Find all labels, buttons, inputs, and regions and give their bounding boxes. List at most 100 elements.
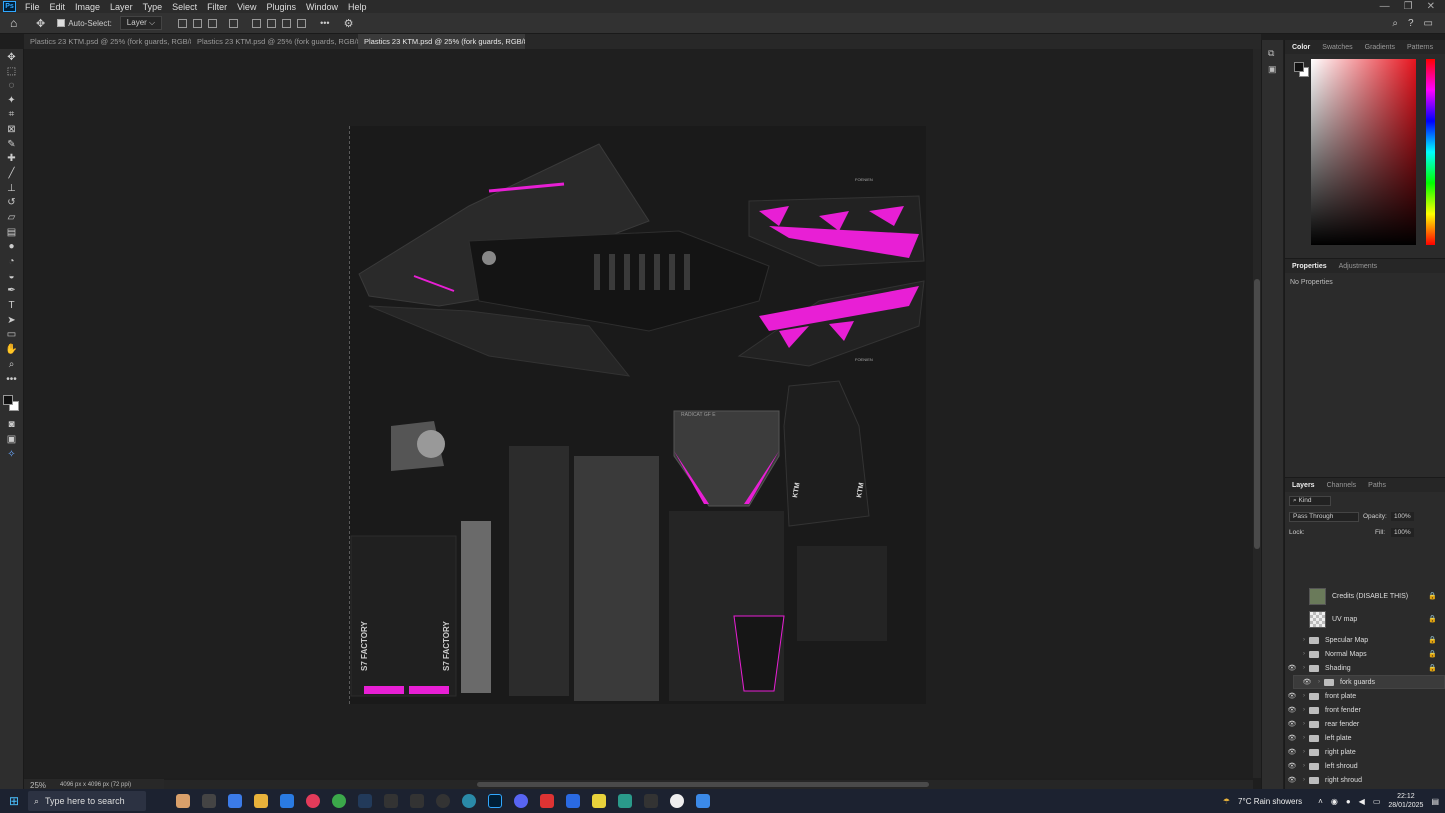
tab-channels[interactable]: Channels [1322,482,1362,489]
tab-layers[interactable]: Layers [1287,482,1320,489]
app-icon[interactable] [696,794,710,808]
blur-tool-icon[interactable]: ● [5,241,18,253]
eyedropper-icon[interactable]: ✎ [5,139,18,151]
network-icon[interactable]: ◉ [1331,797,1338,806]
clone-stamp-icon[interactable]: ⊥ [5,183,18,195]
quick-mask-icon[interactable]: ◙ [5,419,18,431]
generative-icon[interactable]: ✧ [5,449,18,461]
document-tab-active[interactable]: Plastics 23 KTM.psd @ 25% (fork guards, … [358,34,525,49]
distribute-vertical-icon[interactable] [297,18,307,28]
menu-file[interactable]: File [20,2,45,12]
chrome-icon[interactable] [332,794,346,808]
app-icon[interactable] [618,794,632,808]
menu-image[interactable]: Image [70,2,105,12]
tab-patterns[interactable]: Patterns [1402,44,1438,51]
gear-icon[interactable]: ⚙ [344,17,354,30]
document-canvas[interactable]: RADICAT GF E KTM KTM S7 FACTORY S7 FACTO… [348,126,926,704]
visibility-eye-icon[interactable]: 👁 [1300,678,1314,686]
align-bottom-icon[interactable] [282,18,292,28]
align-top-icon[interactable] [252,18,262,28]
auto-select-checkbox[interactable]: Auto-Select: [57,18,112,28]
expand-chevron-icon[interactable]: › [1299,637,1309,643]
align-center-icon[interactable] [193,18,203,28]
expand-chevron-icon[interactable]: › [1299,707,1309,713]
visibility-eye-icon[interactable]: 👁 [1285,776,1299,784]
app-icon[interactable] [670,794,684,808]
document-tab[interactable]: Plastics 23 KTM.psd @ 25% (fork guards, … [191,34,358,49]
layer-row[interactable]: UV map 🔒 [1285,609,1437,629]
menu-window[interactable]: Window [301,2,343,12]
menu-select[interactable]: Select [167,2,202,12]
battery-icon[interactable]: ▭ [1373,797,1381,806]
expand-chevron-icon[interactable]: › [1299,777,1309,783]
layer-row[interactable]: › Normal Maps 🔒 [1285,647,1437,661]
healing-brush-icon[interactable]: ✚ [5,153,18,165]
expand-chevron-icon[interactable]: › [1299,665,1309,671]
pen-tool-icon[interactable]: ✒ [5,285,18,297]
color-foreground-swatch[interactable] [1294,62,1304,72]
notifications-icon[interactable]: ▤ [1431,797,1439,806]
opacity-input[interactable]: 100% [1391,512,1414,521]
app-icon[interactable] [462,794,476,808]
hue-slider[interactable] [1426,59,1435,245]
visibility-eye-icon[interactable]: 👁 [1285,692,1299,700]
zoom-tool-icon[interactable]: ⌕ [5,359,18,371]
marquee-tool-icon[interactable]: ⬚ [5,66,18,78]
expand-chevron-icon[interactable]: › [1299,749,1309,755]
app-icon[interactable] [176,794,190,808]
sticky-notes-icon[interactable] [592,794,606,808]
layer-row[interactable]: 👁 › right plate [1285,745,1437,759]
vertical-scrollbar[interactable] [1253,49,1261,778]
tab-paths[interactable]: Paths [1363,482,1391,489]
media-icon[interactable] [306,794,320,808]
chevron-up-icon[interactable]: ˄ [1318,797,1323,806]
rectangle-tool-icon[interactable]: ▭ [5,329,18,341]
visibility-eye-icon[interactable]: 👁 [1285,748,1299,756]
expand-chevron-icon[interactable]: › [1299,735,1309,741]
dodge-tool-icon[interactable]: ◔ [5,256,18,268]
frame-tool-icon[interactable]: ⊠ [5,124,18,136]
search-icon[interactable]: ⌕ [1392,18,1398,29]
hand-tool-icon[interactable]: ✋ [5,344,18,356]
discord-icon[interactable] [514,794,528,808]
gradient-tool-icon[interactable]: ▤ [5,227,18,239]
expand-chevron-icon[interactable]: › [1299,763,1309,769]
app-icon[interactable] [410,794,424,808]
zoom-hand-icon[interactable]: ◒ [5,271,18,283]
visibility-eye-icon[interactable]: 👁 [1285,664,1299,672]
layer-row[interactable]: 👁 › front plate [1285,689,1437,703]
weather-text[interactable]: 7°C Rain showers [1238,797,1302,806]
tab-properties[interactable]: Properties [1287,263,1332,270]
eraser-tool-icon[interactable]: ▱ [5,212,18,224]
align-middle-icon[interactable] [267,18,277,28]
comments-panel-icon[interactable]: ▣ [1268,64,1277,75]
align-right-icon[interactable] [208,18,218,28]
menu-edit[interactable]: Edit [45,2,71,12]
layer-row[interactable]: 👁 › fork guards [1293,675,1445,689]
tab-gradients[interactable]: Gradients [1360,44,1400,51]
layer-row[interactable]: 👁 › rear fender [1285,717,1437,731]
menu-filter[interactable]: Filter [202,2,232,12]
blend-mode-dropdown[interactable]: Pass Through [1289,512,1359,522]
color-picker-field[interactable] [1311,59,1416,245]
crop-tool-icon[interactable]: ⌗ [5,109,18,121]
path-selection-icon[interactable]: ➤ [5,315,18,327]
expand-chevron-icon[interactable]: › [1299,693,1309,699]
workspace-icon[interactable]: ▭ [1424,18,1433,29]
menu-type[interactable]: Type [138,2,168,12]
more-tools-icon[interactable]: ••• [5,374,18,386]
app-icon[interactable] [566,794,580,808]
menu-help[interactable]: Help [343,2,372,12]
layer-row[interactable]: › Specular Map 🔒 [1285,633,1437,647]
expand-chevron-icon[interactable]: › [1314,679,1324,685]
layer-row[interactable]: 👁 › left plate [1285,731,1437,745]
layer-row[interactable]: 👁 › left shroud [1285,759,1437,773]
brush-tool-icon[interactable]: ╱ [5,168,18,180]
help-icon[interactable]: ? [1408,18,1414,29]
minimize-button[interactable]: — [1380,1,1390,12]
home-icon[interactable]: ⌂ [10,16,24,30]
more-options-button[interactable]: ••• [320,18,329,28]
horizontal-scroll-thumb[interactable] [477,782,929,787]
vertical-scroll-thumb[interactable] [1254,279,1260,549]
clock[interactable]: 22:12 28/01/2025 [1388,792,1423,810]
